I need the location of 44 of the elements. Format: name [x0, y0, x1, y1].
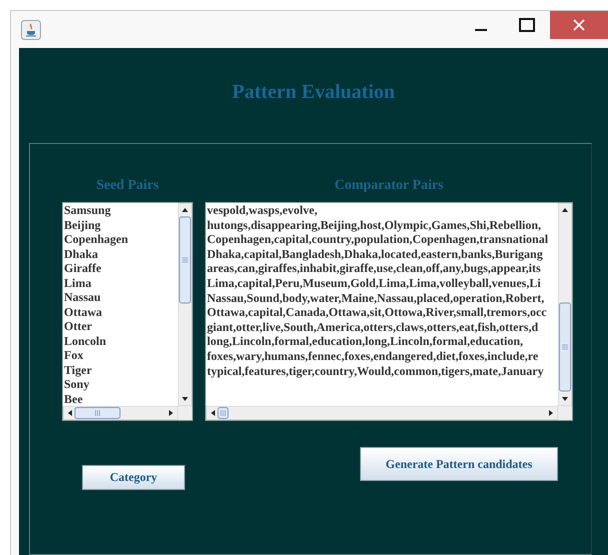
seed-pairs-list[interactable]: Samsung Beijing Copenhagen Dhaka Giraffe Lima Nassau Ottawa Otter Loncoln Fox Tiger Sony Bee — [62, 202, 193, 421]
list-item[interactable]: Otter — [64, 319, 178, 334]
generate-button[interactable]: Generate Pattern candidates — [360, 447, 558, 481]
text-line: Nassau,Sound,body,water,Maine,Nassau,placed,operation,Robert, — [207, 290, 546, 306]
list-item[interactable]: Lima — [64, 276, 178, 290]
list-item[interactable]: Ottawa — [64, 304, 178, 319]
java-cup-icon[interactable] — [21, 20, 41, 40]
text-line: giant,otter,live,South,America,otters,claws,otters,eat,fish,otters,d — [207, 320, 540, 334]
maximize-icon — [519, 18, 535, 32]
window-title: Pattern Evaluation — [231, 81, 396, 104]
list-item[interactable]: Loncoln — [64, 334, 178, 348]
scrollbar-corner — [178, 406, 192, 420]
comparator-pairs-label: Comparator Pairs — [334, 178, 444, 194]
text-line: hutongs,disappearing,Beijing,host,Olympic,Games,Shi,Rebellion, — [207, 218, 542, 232]
list-item[interactable]: Samsung — [64, 203, 178, 218]
seed-pairs-label: Seed Pairs — [96, 178, 159, 194]
horizontal-scrollbar[interactable] — [63, 406, 178, 420]
text-line: areas,can,giraffes,inhabit,giraffe,use,clean,off,any,bugs,appear,its — [207, 261, 542, 276]
vertical-scrollbar[interactable] — [178, 203, 192, 406]
text-line: foxes,wary,humans,fennec,foxes,endangered,diet,foxes,include,re — [207, 348, 540, 364]
text-line: Ottawa,capital,Canada,Ottawa,sit,Ottowa,River,small,tremors,occ — [207, 305, 548, 320]
vertical-scrollbar[interactable] — [558, 203, 572, 406]
comparator-pairs-textarea[interactable] — [205, 202, 573, 421]
list-item[interactable]: Copenhagen — [64, 232, 178, 246]
list-item[interactable]: Tiger — [64, 362, 178, 377]
close-button[interactable] — [550, 11, 608, 39]
text-line: Dhaka,capital,Bangladesh,Dhaka,located,eastern,banks,Burigang — [207, 246, 544, 262]
list-item[interactable]: Beijing — [64, 218, 178, 232]
scrollbar-corner — [558, 406, 572, 420]
list-item[interactable]: Fox — [64, 348, 178, 362]
minimize-icon — [475, 29, 487, 31]
list-item[interactable]: Sony — [64, 377, 178, 392]
category-button[interactable]: Category — [82, 465, 185, 490]
list-item[interactable]: Giraffe — [64, 261, 178, 276]
horizontal-scrollbar[interactable] — [206, 406, 558, 420]
list-item[interactable]: Bee — [64, 392, 178, 406]
text-line: typical,features,tiger,country,Would,common,tigers,mate,January — [207, 364, 545, 378]
text-line: vespold,wasps,evolve, — [207, 203, 318, 218]
list-item[interactable]: Dhaka — [64, 246, 178, 261]
text-line: Copenhagen,capital,country,population,Copenhagen,transnational — [207, 232, 550, 247]
text-line: Lima,capital,Peru,Museum,Gold,Lima,Lima,volleyball,venues,Li — [207, 276, 542, 291]
list-item[interactable]: Nassau — [64, 290, 178, 304]
close-icon — [572, 18, 586, 32]
text-line: long,Lincoln,formal,education,long,Lincoln,formal,education, — [207, 334, 524, 349]
